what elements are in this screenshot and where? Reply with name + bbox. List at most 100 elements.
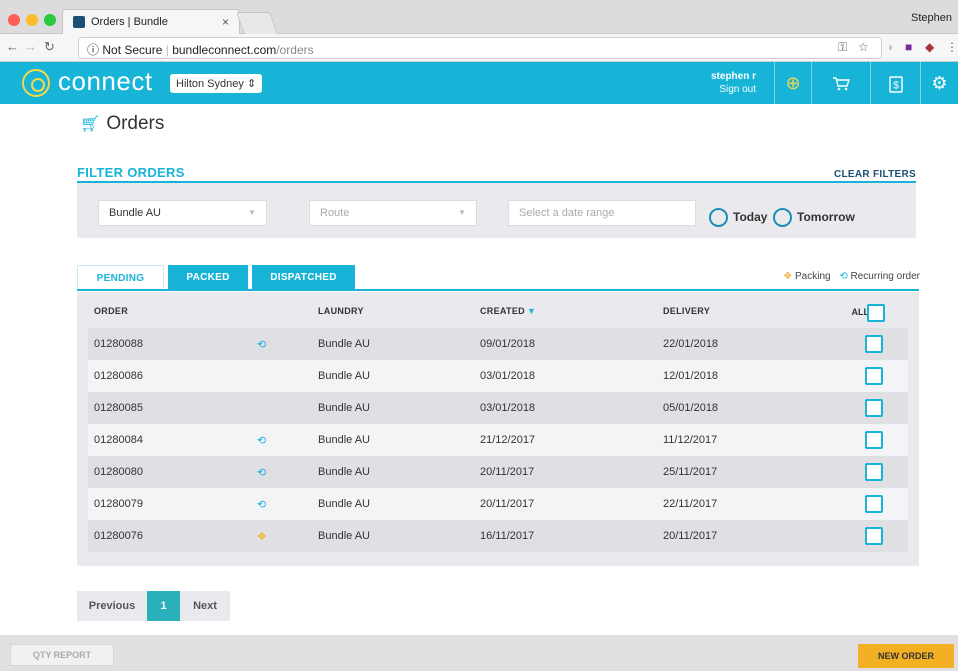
route-select-placeholder: Route [320,207,350,219]
minimize-window-button[interactable] [26,14,38,26]
chevron-down-icon: ▼ [458,208,466,217]
svg-text:$: $ [893,80,899,91]
route-select[interactable]: Route ▼ [309,200,477,226]
browser-tab-bar: Orders | Bundle × Stephen [0,0,958,34]
row-checkbox[interactable] [865,431,883,449]
tab-dispatched[interactable]: DISPATCHED [252,265,355,290]
delivery-date: 20/11/2017 [663,530,718,542]
row-checkbox[interactable] [865,399,883,417]
order-number[interactable]: 01280085 [94,402,143,414]
cart-icon: 🛒︎ [80,116,101,133]
tab-packed[interactable]: PACKED [168,265,248,290]
plus-circle-icon: ⊕ [785,73,801,93]
recurring-icon: ⟲ [839,271,848,282]
created-date: 16/11/2017 [480,530,535,542]
column-header-order[interactable]: ORDER [94,306,128,316]
browser-toolbar: ← → ↻ ⓘ Not Secure | bundleconnect.com/o… [0,34,958,62]
forward-arrow-icon[interactable]: → [24,39,37,54]
star-icon[interactable]: ☆ [858,40,869,54]
laundry-name: Bundle AU [318,402,370,414]
laundry-select[interactable]: Bundle AU ▼ [98,200,267,226]
created-date: 03/01/2018 [480,402,536,414]
tomorrow-label[interactable]: Tomorrow [797,210,855,224]
close-tab-icon[interactable]: × [222,15,229,29]
tab-pending[interactable]: PENDING [77,265,164,290]
created-date: 21/12/2017 [480,434,536,446]
packing-icon: ❖ [257,531,267,543]
column-header-delivery[interactable]: DELIVERY [663,306,710,316]
row-checkbox[interactable] [865,367,883,385]
table-row[interactable]: 01280080 Bundle AU 20/11/2017 25/11/2017 ⟲ [88,456,908,488]
invoice-button[interactable]: $ [870,62,920,104]
user-info: stephen r Sign out [711,70,756,96]
order-legend: ❖ Packing ⟲ Recurring order [783,271,920,282]
new-tab-button[interactable] [235,12,279,34]
table-row[interactable]: 01280079 Bundle AU 20/11/2017 22/11/2017 ⟲ [88,488,908,520]
address-bar[interactable]: ⓘ Not Secure | bundleconnect.com/orders [78,37,882,59]
table-row[interactable]: 01280086 Bundle AU 03/01/2018 12/01/2018 [88,360,908,392]
security-label: Not Secure [102,43,163,57]
clear-filters-link[interactable]: CLEAR FILTERS [834,169,916,180]
delivery-date: 25/11/2017 [663,466,718,478]
maximize-window-button[interactable] [44,14,56,26]
table-row[interactable]: 01280085 Bundle AU 03/01/2018 05/01/2018 [88,392,908,424]
created-date: 20/11/2017 [480,498,535,510]
recurring-icon: ⟲ [257,499,267,511]
delivery-date: 12/01/2018 [663,370,719,382]
next-page-button[interactable]: Next [180,591,230,621]
close-window-button[interactable] [8,14,20,26]
cart-button[interactable] [811,62,870,104]
sign-out-link[interactable]: Sign out [711,83,756,96]
browser-tab-title: Orders | Bundle [91,16,168,28]
venue-selector[interactable]: Hilton Sydney ⇕ [170,74,263,93]
order-number[interactable]: 01280088 [94,338,143,350]
row-checkbox[interactable] [865,463,883,481]
row-checkbox[interactable] [865,335,883,353]
column-header-created[interactable]: CREATED ▼ [480,306,536,316]
page-title-text: Orders [106,113,165,134]
recurring-icon: ⟲ [257,435,267,447]
browser-profile-name[interactable]: Stephen [911,12,952,24]
select-all-checkbox[interactable] [867,304,885,322]
delivery-date: 05/01/2018 [663,402,719,414]
extension-icon[interactable]: ◆ [925,40,934,54]
order-number[interactable]: 01280084 [94,434,143,446]
previous-page-button[interactable]: Previous [77,591,147,621]
app-header: connect Hilton Sydney ⇕ stephen r Sign o… [0,62,958,104]
user-name: stephen r [710,71,756,82]
tomorrow-radio[interactable] [773,208,792,227]
table-row[interactable]: 01280088 Bundle AU 09/01/2018 22/01/2018 ⟲ [88,328,908,360]
column-header-laundry[interactable]: LAUNDRY [318,306,364,316]
settings-button[interactable]: ⚙ [920,62,958,104]
order-number[interactable]: 01280086 [94,370,143,382]
date-range-input[interactable]: Select a date range [508,200,696,226]
key-icon[interactable]: ⚿ [838,40,847,55]
browser-tab[interactable]: Orders | Bundle × [62,9,240,34]
page-1-button[interactable]: 1 [147,591,180,621]
row-checkbox[interactable] [865,495,883,513]
new-order-button[interactable]: NEW ORDER [858,644,954,668]
today-label[interactable]: Today [733,210,767,224]
row-checkbox[interactable] [865,527,883,545]
order-number[interactable]: 01280076 [94,530,143,542]
delivery-date: 22/01/2018 [663,338,719,350]
shield-extension-icon[interactable]: ◗ [887,40,894,54]
brand-name[interactable]: connect [58,66,153,97]
date-range-placeholder: Select a date range [519,207,615,219]
filter-panel: Bundle AU ▼ Route ▼ Select a date range … [77,181,916,238]
onenote-extension-icon[interactable]: ■ [905,40,912,54]
table-row[interactable]: 01280084 Bundle AU 21/12/2017 11/12/2017 ⟲ [88,424,908,456]
add-button[interactable]: ⊕ [774,62,811,104]
menu-icon[interactable]: ⋮ [946,40,958,54]
today-radio[interactable] [709,208,728,227]
order-number[interactable]: 01280080 [94,466,143,478]
back-arrow-icon[interactable]: ← [6,39,19,54]
laundry-name: Bundle AU [318,466,370,478]
connect-logo-icon[interactable] [22,69,50,97]
reload-icon[interactable]: ↻ [44,39,55,55]
qty-report-button[interactable]: QTY REPORT [10,644,114,666]
delivery-date: 22/11/2017 [663,498,718,510]
order-number[interactable]: 01280079 [94,498,143,510]
table-row[interactable]: 01280076 Bundle AU 16/11/2017 20/11/2017 ❖ [88,520,908,552]
laundry-name: Bundle AU [318,370,370,382]
